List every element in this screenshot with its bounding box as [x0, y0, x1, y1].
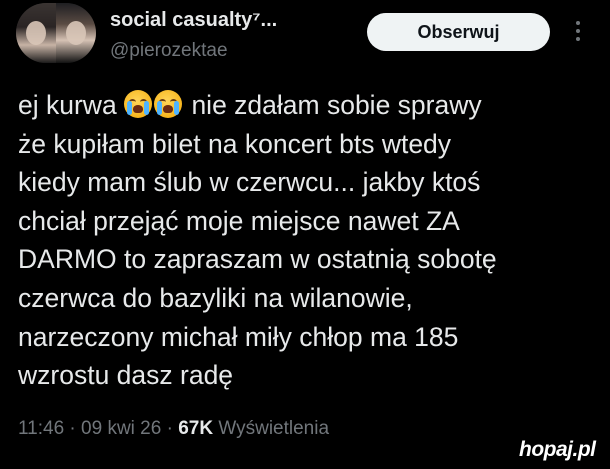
display-name[interactable]: social casualty⁷... [110, 9, 277, 32]
avatar[interactable] [16, 3, 96, 63]
loudly-crying-face-emoji [154, 90, 183, 118]
tweet-date[interactable]: 09 kwi 26 [81, 418, 161, 439]
more-dot [576, 21, 580, 25]
watermark-logo: hopaj.pl [519, 438, 596, 461]
tweet-line-5: DARMO to zapraszam w ostatnią sobotę [18, 244, 497, 275]
tweet-line-1-rest: nie zdałam sobie sprawy [191, 90, 482, 120]
meta-separator: · [64, 418, 82, 439]
more-dot [576, 29, 580, 33]
avatar-face-left [26, 21, 46, 45]
tweet-line-7: narzeczony michał miły chłop ma 185 [18, 321, 459, 352]
tweet: social casualty⁷... @pierozektae Obserwu… [0, 0, 610, 469]
follow-button[interactable]: Obserwuj [367, 13, 550, 51]
tweet-line-8: wzrostu dasz radę [18, 360, 234, 391]
tweet-line-3: kiedy mam ślub w czerwcu... jakby ktoś [18, 167, 481, 198]
tweet-line-4: chciał przejąć moje miejsce nawet ZA [18, 205, 460, 236]
meta-separator: · [161, 418, 179, 439]
tweet-line-6: czerwca do bazyliki na wilanowie, [18, 282, 413, 313]
tweet-meta: 11:46 · 09 kwi 26 · 67K Wyświetlenia [18, 418, 329, 440]
tweet-line-1-prefix: ej kurwa [18, 90, 117, 120]
more-vertical-icon[interactable] [570, 14, 586, 48]
more-dot [576, 37, 580, 41]
views-label: Wyświetlenia [213, 418, 330, 439]
views-count[interactable]: 67K [178, 418, 213, 439]
tweet-text: ej kurwa nie zdałam sobie sprawy że kupi… [18, 86, 598, 395]
user-handle[interactable]: @pierozektae [110, 40, 228, 62]
tweet-line-1: ej kurwa nie zdałam sobie sprawy [18, 86, 598, 125]
avatar-face-right [66, 21, 86, 45]
tweet-header: social casualty⁷... @pierozektae Obserwu… [0, 0, 610, 80]
tweet-line-2: że kupiłam bilet na koncert bts wtedy [18, 128, 452, 159]
tweet-time[interactable]: 11:46 [18, 418, 64, 439]
loudly-crying-face-emoji [124, 90, 153, 118]
